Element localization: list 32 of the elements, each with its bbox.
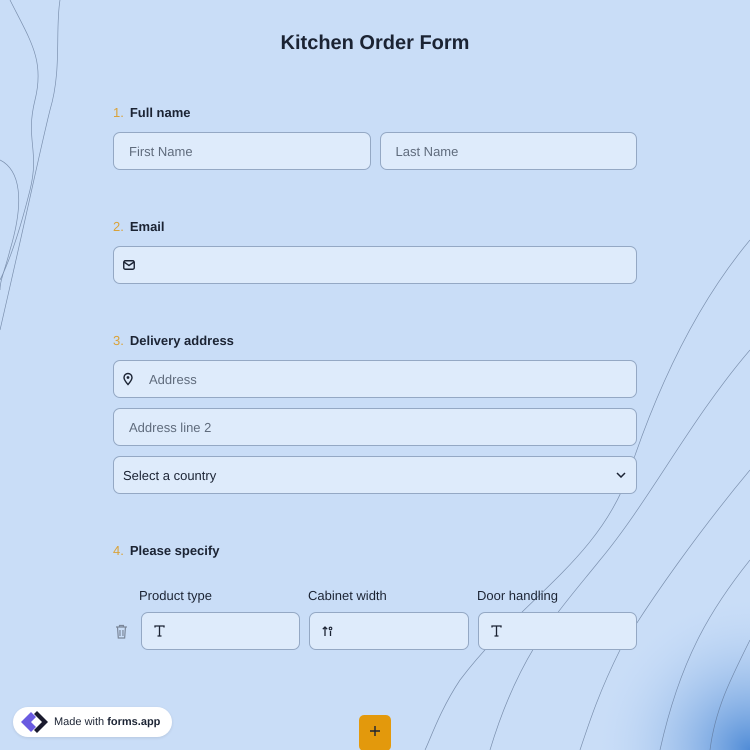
text-type-icon	[490, 625, 502, 637]
question-label: Delivery address	[130, 332, 234, 350]
question-number: 3.	[113, 332, 124, 350]
number-field[interactable]	[309, 612, 469, 650]
question-number: 4.	[113, 542, 124, 560]
trash-icon[interactable]	[115, 624, 128, 638]
question-number: 2.	[113, 218, 124, 236]
question-number: 1.	[113, 104, 124, 122]
country-select[interactable]: Select a country	[113, 456, 637, 494]
number-type-icon	[322, 626, 334, 636]
mail-icon	[123, 260, 135, 270]
location-pin-icon	[123, 372, 133, 386]
text-field[interactable]: Address line 2	[113, 408, 637, 446]
add-button[interactable]	[359, 715, 391, 750]
column-header: Door handling	[477, 588, 559, 604]
plus-icon	[370, 726, 380, 736]
question-label: Please specify	[130, 542, 220, 560]
text-field[interactable]: First Name	[113, 132, 370, 170]
email-field[interactable]	[113, 246, 637, 284]
chevron-down-icon	[616, 472, 626, 478]
address-field[interactable]: Address	[113, 360, 637, 398]
question-label: Full name	[130, 104, 191, 122]
question-label: Email	[130, 218, 165, 236]
form-title: Kitchen Order Form	[280, 31, 470, 56]
text-field[interactable]	[478, 612, 638, 650]
column-header: Product type	[139, 588, 213, 604]
text-type-icon	[154, 625, 165, 637]
text-field[interactable]: Last Name	[380, 132, 637, 170]
logo-icon	[19, 710, 49, 734]
text-field[interactable]	[140, 612, 300, 650]
made-with-badge[interactable]: Made with forms.app	[13, 707, 172, 737]
column-header: Cabinet width	[308, 588, 388, 604]
